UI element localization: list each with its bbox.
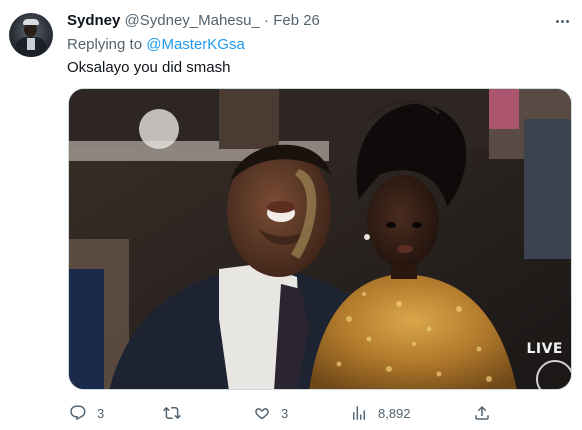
like-count: 3 xyxy=(281,405,289,421)
avatar[interactable] xyxy=(9,13,53,57)
photo-illustration xyxy=(69,89,571,389)
share-button[interactable] xyxy=(473,402,491,424)
tweet-text: Oksalayo you did smash xyxy=(67,59,231,76)
more-dot xyxy=(560,19,564,23)
avatar-cap xyxy=(23,19,39,25)
tweet-actions: 3 3 8,892 xyxy=(60,402,572,424)
more-dot xyxy=(565,19,569,23)
views-icon xyxy=(353,406,365,420)
more-dot xyxy=(555,19,559,23)
reply-icon xyxy=(70,405,86,421)
tweet[interactable]: Sydney @Sydney_Mahesu_ · Feb 26 Replying… xyxy=(0,0,582,430)
tweet-media-image[interactable]: LIVE xyxy=(68,88,572,390)
separator: · xyxy=(264,12,270,29)
replying-prefix: Replying to xyxy=(67,36,143,53)
retweet-icon xyxy=(163,406,181,420)
tweet-header: Sydney @Sydney_Mahesu_ · Feb 26 xyxy=(67,11,320,31)
view-count: 8,892 xyxy=(378,405,411,421)
retweet-button[interactable] xyxy=(163,402,191,424)
author-handle[interactable]: @Sydney_Mahesu_ xyxy=(125,12,260,29)
more-icon[interactable] xyxy=(552,11,572,31)
tweet-date[interactable]: Feb 26 xyxy=(273,12,320,29)
author-name[interactable]: Sydney xyxy=(67,12,120,29)
reply-mention-link[interactable]: @MasterKGsa xyxy=(146,36,245,53)
views-button[interactable]: 8,892 xyxy=(350,402,411,424)
reply-count: 3 xyxy=(97,405,105,421)
like-button[interactable]: 3 xyxy=(253,402,288,424)
share-icon xyxy=(475,405,489,420)
live-badge: LIVE xyxy=(526,341,563,357)
avatar-shirt xyxy=(27,38,35,50)
heart-icon xyxy=(255,408,269,420)
reply-button[interactable]: 3 xyxy=(69,402,104,424)
replying-to: Replying to @MasterKGsa xyxy=(67,35,245,55)
